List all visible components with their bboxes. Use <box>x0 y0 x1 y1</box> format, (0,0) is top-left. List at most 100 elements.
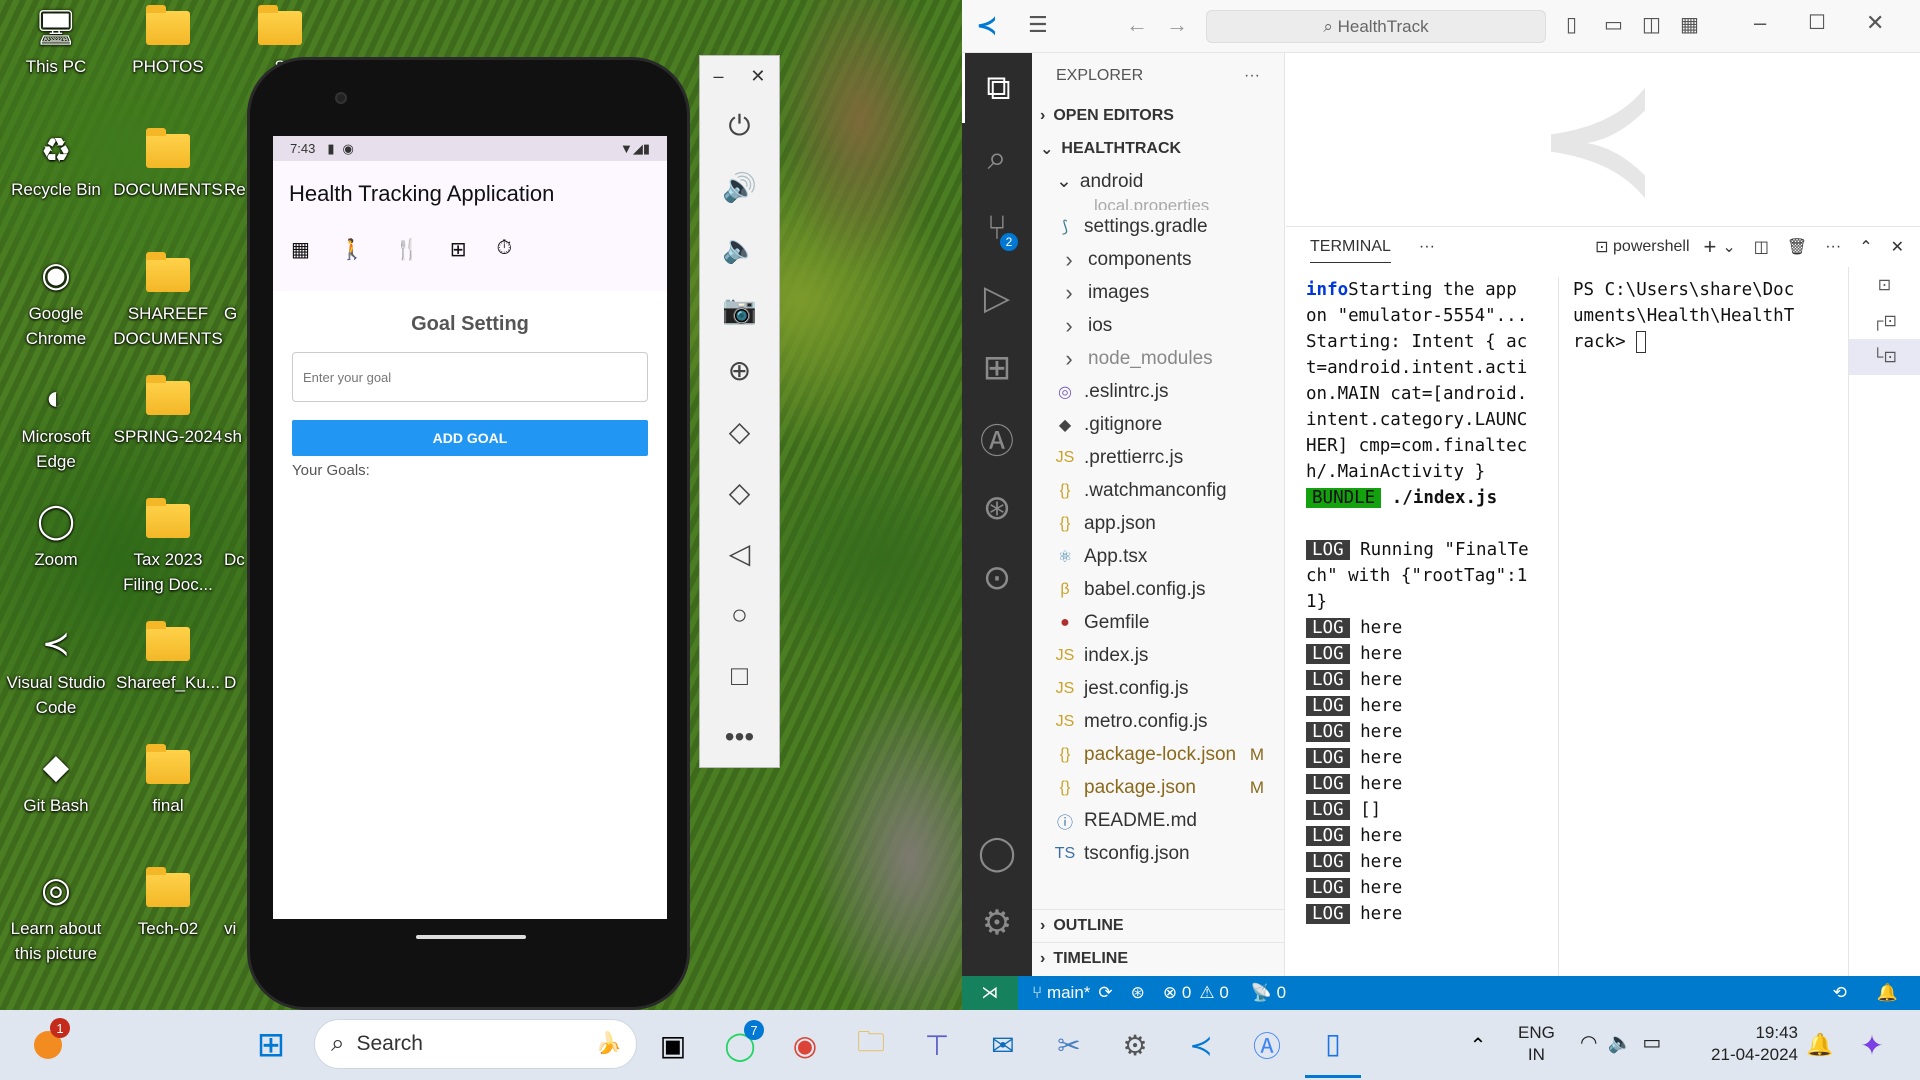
food-icon[interactable]: 🍴 <box>395 237 420 262</box>
emulator-taskbar-icon[interactable]: ▯ <box>1305 1012 1361 1078</box>
layout-icon[interactable]: ▦ <box>1680 12 1699 37</box>
window-minimize-icon[interactable]: – <box>1754 10 1766 36</box>
power-button[interactable]: ⏻ <box>700 96 779 157</box>
desktop-icon[interactable]: 🖥 This PC <box>0 5 112 79</box>
snipping-tool-icon[interactable]: ✂ <box>1041 1012 1097 1078</box>
settings-gear-icon[interactable]: ⚙ <box>962 888 1032 958</box>
rotate-right-button[interactable]: ◇ <box>700 462 779 523</box>
trash-icon[interactable]: 🗑 <box>1787 237 1807 257</box>
settings-taskbar-icon[interactable]: ⚙ <box>1107 1012 1163 1078</box>
notifications-icon[interactable]: 🔔 <box>1792 1012 1848 1078</box>
more-button[interactable]: ••• <box>700 706 779 767</box>
file-tree-item[interactable]: › node_modules <box>1032 342 1284 375</box>
rotate-left-button[interactable]: ◇ <box>700 401 779 462</box>
terminal-instance-icon[interactable]: └⊡ <box>1849 339 1920 375</box>
desktop-icon[interactable]: ♻ Recycle Bin <box>0 128 112 202</box>
task-view-icon[interactable]: ▣ <box>645 1012 701 1078</box>
medical-icon[interactable]: ⊞ <box>450 237 467 262</box>
desktop-icon[interactable]: final <box>112 744 224 818</box>
maximize-panel-icon[interactable]: ⌃ <box>1859 237 1872 257</box>
file-tree-item[interactable]: TS tsconfig.json <box>1032 837 1284 870</box>
chevron-down-icon[interactable]: ⌄ <box>1722 237 1735 257</box>
toggle-sidebar-icon[interactable]: ▯ <box>1566 12 1577 37</box>
extensions-icon[interactable]: ⊞ <box>962 333 1032 403</box>
account-icon[interactable]: ◯ <box>962 818 1032 888</box>
history-icon[interactable]: ⟲ <box>1833 983 1847 1003</box>
desktop-icon[interactable]: Shareef_Ku... <box>112 621 224 695</box>
file-tree-item[interactable]: ◎ .eslintrc.js <box>1032 375 1284 408</box>
menu-icon[interactable]: ☰ <box>1028 12 1048 38</box>
file-tree-item[interactable]: {} .watchmanconfig <box>1032 474 1284 507</box>
file-tree-item[interactable]: ◆ .gitignore <box>1032 408 1284 441</box>
windows-start-icon[interactable]: ⊞ <box>243 1012 299 1078</box>
system-tray[interactable]: ◠🔈▭ <box>1580 1030 1671 1055</box>
clock[interactable]: 19:43 21-04-2024 <box>1694 1022 1798 1066</box>
sync-icon[interactable]: ⟳ <box>1098 983 1112 1003</box>
more-actions-icon[interactable]: ··· <box>1244 67 1260 85</box>
timeline-section[interactable]: › TIMELINE <box>1032 942 1284 975</box>
run-debug-icon[interactable]: ▷ <box>962 263 1032 333</box>
terminal-shell-label[interactable]: powershell <box>1613 238 1689 256</box>
close-icon[interactable]: ✕ <box>750 66 765 87</box>
minimize-icon[interactable]: – <box>713 66 723 87</box>
file-tree-item[interactable]: ⚛ App.tsx <box>1032 540 1284 573</box>
file-tree-item[interactable]: JS metro.config.js <box>1032 705 1284 738</box>
phone-screen[interactable]: 7:43 ▮ ◉ ▼◢▮ Health Tracking Application… <box>273 136 667 919</box>
toggle-panel-icon[interactable]: ▭ <box>1604 12 1623 37</box>
desktop-icon[interactable]: PHOTOS <box>112 5 224 79</box>
desktop-icon[interactable]: ◯ Zoom <box>0 498 112 572</box>
volume-down-button[interactable]: 🔈 <box>700 218 779 279</box>
split-terminal-icon[interactable]: ◫ <box>1754 237 1769 257</box>
terminal-split[interactable]: PS C:\Users\share\Documents\Health\Healt… <box>1558 277 1798 977</box>
editor-area[interactable]: ≺ <box>1286 53 1920 226</box>
terminal-instance-icon[interactable]: ⊡ <box>1849 267 1920 303</box>
terminal-output[interactable]: infoStarting the app on "emulator-5554".… <box>1306 277 1536 927</box>
back-arrow-icon[interactable]: ← <box>1126 12 1148 38</box>
git-graph-status-icon[interactable]: ⊛ <box>1131 983 1145 1003</box>
remote-icon[interactable]: ⊙ <box>962 543 1032 613</box>
git-graph-icon[interactable]: ⊛ <box>962 473 1032 543</box>
home-indicator[interactable] <box>416 935 526 939</box>
desktop-icon[interactable]: Tax 2023 Filing Doc... <box>112 498 224 597</box>
desktop-icon[interactable]: ◉ Google Chrome <box>0 252 112 351</box>
file-tree-item[interactable]: › ios <box>1032 309 1284 342</box>
desktop-icon[interactable]: SHAREEF DOCUMENTS <box>112 252 224 351</box>
ports-count[interactable]: 0 <box>1277 983 1286 1003</box>
whatsapp-icon[interactable]: ◯ 7 <box>712 1012 768 1078</box>
explorer-icon[interactable]: ⧉ <box>962 53 1032 123</box>
search-view-icon[interactable]: ⌕ <box>962 123 1032 193</box>
terminal-instance-icon[interactable]: ┌⊡ <box>1849 303 1920 339</box>
language-indicator[interactable]: ENG IN <box>1518 1022 1555 1066</box>
teams-icon[interactable]: ⊤ <box>909 1012 965 1078</box>
file-tree-item[interactable]: ⟆ settings.gradle <box>1032 210 1284 243</box>
file-explorer-icon[interactable]: 🗀 <box>843 1012 899 1078</box>
overview-button[interactable]: □ <box>700 645 779 706</box>
remote-indicator-icon[interactable]: ⋊ <box>962 976 1018 1010</box>
branch-label[interactable]: main* <box>1047 983 1090 1003</box>
file-tree-item[interactable]: {} app.json <box>1032 507 1284 540</box>
timer-icon[interactable]: ⏱ <box>496 237 512 262</box>
taskbar-search[interactable]: ⌕ Search 🍌 <box>314 1019 637 1069</box>
file-tree-item[interactable]: ⓘ README.md <box>1032 804 1284 837</box>
android-studio-icon[interactable]: Ⓐ <box>1239 1012 1295 1078</box>
panel-more-icon[interactable]: ··· <box>1419 238 1435 256</box>
vscode-taskbar-icon[interactable]: ≺ <box>1173 1012 1229 1078</box>
window-close-icon[interactable]: ✕ <box>1866 10 1884 36</box>
file-tree-item[interactable]: β babel.config.js <box>1032 573 1284 606</box>
copilot-icon[interactable]: ✦ <box>1844 1012 1900 1078</box>
file-tree-item[interactable]: {} package.json M <box>1032 771 1284 804</box>
android-folder[interactable]: ⌄ android <box>1032 165 1284 198</box>
panel-actions-icon[interactable]: ··· <box>1825 238 1841 256</box>
desktop-icon[interactable]: ◐ Microsoft Edge <box>0 375 112 474</box>
back-button[interactable]: ◁ <box>700 523 779 584</box>
desktop-icon[interactable]: ◎ Learn about this picture <box>0 867 112 966</box>
dashboard-icon[interactable]: ▦ <box>291 237 310 262</box>
chrome-taskbar-icon[interactable]: ◉ <box>777 1012 833 1078</box>
goal-input[interactable]: Enter your goal <box>292 352 648 402</box>
file-tree-item[interactable]: › images <box>1032 276 1284 309</box>
command-search[interactable]: ⌕ HealthTrack <box>1206 10 1546 43</box>
terminal-tab[interactable]: TERMINAL <box>1310 232 1391 263</box>
desktop-icon[interactable]: SPRING-2024 <box>112 375 224 449</box>
walk-icon[interactable]: 🚶 <box>340 237 365 262</box>
bell-icon[interactable]: 🔔 <box>1877 983 1898 1003</box>
